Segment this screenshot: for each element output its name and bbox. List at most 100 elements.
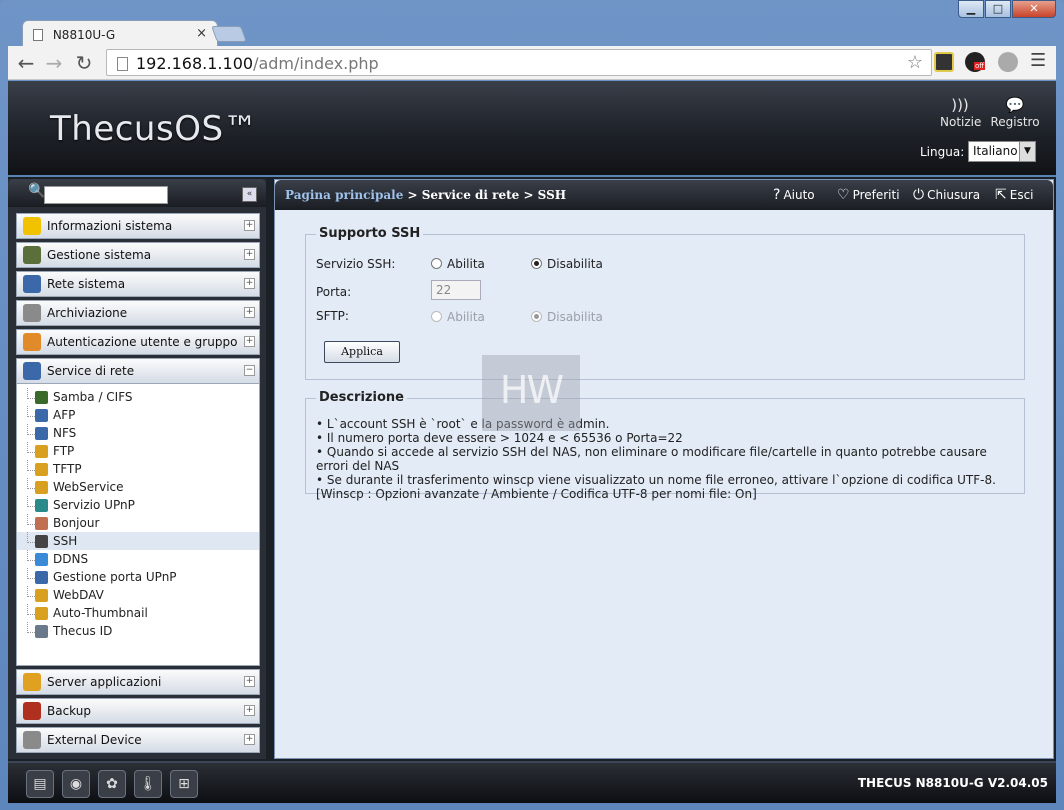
sidebar-item-label: WebService bbox=[53, 480, 124, 494]
temperature-icon[interactable]: 🌡 bbox=[134, 770, 162, 798]
breadcrumb: Pagina principale > Service di rete > SS… bbox=[285, 188, 566, 202]
sidebar-item-label: DDNS bbox=[53, 552, 89, 566]
sidebar-category-label: Rete sistema bbox=[47, 277, 126, 291]
sidebar-item-label: Servizio UPnP bbox=[53, 498, 135, 512]
firmware-version: THECUS N8810U-G V2.04.05 bbox=[857, 776, 1048, 790]
sidebar-category-autenticazione-utente-e-gruppo[interactable]: Autenticazione utente e gruppo + bbox=[16, 329, 260, 355]
app-server-icon bbox=[23, 673, 41, 691]
collapse-sidebar-button[interactable]: « bbox=[242, 187, 257, 202]
network-service-icon bbox=[23, 362, 41, 380]
sidebar-category-informazioni-sistema[interactable]: Informazioni sistema + bbox=[16, 213, 260, 239]
description-line: • Quando si accede al servizio SSH del N… bbox=[316, 445, 987, 473]
chat-icon: 💬 bbox=[1005, 96, 1025, 114]
help-link[interactable]: ? Aiuto bbox=[773, 187, 815, 203]
sidebar-item-nfs[interactable]: NFS bbox=[17, 424, 259, 442]
extension-off-badge: off bbox=[974, 62, 986, 70]
expand-icon[interactable]: + bbox=[244, 336, 255, 347]
favorites-link[interactable]: ♡ Preferiti bbox=[837, 187, 900, 203]
sidebar-item-webservice[interactable]: WebService bbox=[17, 478, 259, 496]
tab-close-icon[interactable]: × bbox=[196, 26, 207, 41]
disk-array-icon[interactable]: ▤ bbox=[26, 770, 54, 798]
back-icon[interactable]: ← bbox=[14, 51, 38, 75]
app-header: ThecusOS™ ))) Notizie 💬 Registro Lingua:… bbox=[8, 81, 1056, 177]
favorites-label: Preferiti bbox=[852, 188, 900, 202]
log-link[interactable]: 💬 Registro bbox=[990, 95, 1040, 129]
expand-icon[interactable]: + bbox=[244, 676, 255, 687]
bookmark-star-icon[interactable]: ☆ bbox=[907, 52, 923, 73]
exit-icon: ⇱ bbox=[995, 187, 1007, 203]
sidebar-category-service-di-rete[interactable]: Service di rete − bbox=[16, 358, 260, 384]
sidebar-category-server-applicazioni[interactable]: Server applicazioni + bbox=[16, 669, 260, 695]
address-bar[interactable]: 192.168.1.100/adm/index.php ☆ bbox=[106, 49, 932, 76]
reload-icon[interactable]: ↻ bbox=[72, 51, 96, 75]
expand-icon[interactable]: + bbox=[244, 307, 255, 318]
language-select[interactable]: Italiano ▼ bbox=[968, 141, 1036, 162]
apply-button[interactable]: Applica bbox=[324, 341, 400, 363]
tools-icon bbox=[23, 246, 41, 264]
page-icon bbox=[117, 57, 128, 71]
sidebar-category-label: Service di rete bbox=[47, 364, 135, 378]
search-input[interactable] bbox=[44, 186, 168, 204]
shutdown-link[interactable]: ⏻ Chiusura bbox=[913, 187, 980, 203]
extension-shield-icon[interactable] bbox=[998, 52, 1018, 72]
thecus-app: ThecusOS™ ))) Notizie 💬 Registro Lingua:… bbox=[8, 81, 1056, 803]
webdav-icon bbox=[35, 589, 48, 602]
sidebar-item-label: SSH bbox=[53, 534, 78, 548]
news-link[interactable]: ))) Notizie bbox=[940, 95, 981, 129]
fan-icon[interactable]: ✿ bbox=[98, 770, 126, 798]
sidebar-category-gestione-sistema[interactable]: Gestione sistema + bbox=[16, 242, 260, 268]
chevron-down-icon: ▼ bbox=[1019, 142, 1035, 161]
extension-check-icon[interactable] bbox=[934, 52, 954, 72]
expand-icon[interactable]: + bbox=[244, 278, 255, 289]
sidebar-item-bonjour[interactable]: Bonjour bbox=[17, 514, 259, 532]
ssh-enable-label: Abilita bbox=[447, 257, 485, 271]
log-label: Registro bbox=[990, 115, 1040, 129]
sidebar-item-webdav[interactable]: WebDAV bbox=[17, 586, 259, 604]
url-path: /adm/index.php bbox=[253, 54, 379, 73]
sftp-disable-radio[interactable]: Disabilita bbox=[531, 310, 603, 324]
sidebar-item-ftp[interactable]: FTP bbox=[17, 442, 259, 460]
sidebar-category-label: Server applicazioni bbox=[47, 675, 162, 689]
sidebar-category-backup[interactable]: Backup + bbox=[16, 698, 260, 724]
expand-icon[interactable]: + bbox=[244, 249, 255, 260]
port-input[interactable]: 22 bbox=[431, 280, 481, 300]
browser-menu-icon[interactable]: ☰ bbox=[1030, 50, 1046, 71]
radio-circle bbox=[431, 258, 442, 269]
sidebar-category-archiviazione[interactable]: Archiviazione + bbox=[16, 300, 260, 326]
expand-icon[interactable]: + bbox=[244, 705, 255, 716]
forward-icon[interactable]: → bbox=[42, 51, 66, 75]
network-tree-icon[interactable]: ⊞ bbox=[170, 770, 198, 798]
tab-title: N8810U-G bbox=[52, 28, 116, 42]
browser-tab[interactable]: N8810U-G × bbox=[22, 20, 218, 48]
new-tab-button[interactable] bbox=[211, 26, 247, 42]
sidebar-item-thecus-id[interactable]: Thecus ID bbox=[17, 622, 259, 640]
sidebar-item-ssh[interactable]: SSH bbox=[17, 532, 259, 550]
expand-icon[interactable]: + bbox=[244, 734, 255, 745]
service-submenu: Samba / CIFS AFP NFS FTP TFTP WebService Servi… bbox=[16, 384, 260, 666]
heart-icon: ♡ bbox=[837, 187, 850, 203]
sidebar-item-tftp[interactable]: TFTP bbox=[17, 460, 259, 478]
sidebar-item-ddns[interactable]: DDNS bbox=[17, 550, 259, 568]
sidebar-item-afp[interactable]: AFP bbox=[17, 406, 259, 424]
help-label: Aiuto bbox=[783, 188, 815, 202]
ssh-disable-radio[interactable]: Disabilita bbox=[531, 257, 603, 271]
sidebar-item-auto-thumbnail[interactable]: Auto-Thumbnail bbox=[17, 604, 259, 622]
hdd-icon[interactable]: ◉ bbox=[62, 770, 90, 798]
sidebar-category-rete-sistema[interactable]: Rete sistema + bbox=[16, 271, 260, 297]
sftp-enable-radio[interactable]: Abilita bbox=[431, 310, 485, 324]
collapse-icon[interactable]: − bbox=[244, 365, 255, 376]
ssh-enable-radio[interactable]: Abilita bbox=[431, 257, 485, 271]
sidebar-item-servizio-upnp[interactable]: Servizio UPnP bbox=[17, 496, 259, 514]
extension-off-icon[interactable]: off bbox=[965, 52, 986, 72]
ssh-support-fieldset: Supporto SSH Servizio SSH: Abilita Disab… bbox=[305, 226, 1025, 380]
sidebar-item-gestione-porta-upnp[interactable]: Gestione porta UPnP bbox=[17, 568, 259, 586]
expand-icon[interactable]: + bbox=[244, 220, 255, 231]
thecusos-logo: ThecusOS™ bbox=[50, 109, 259, 149]
logout-link[interactable]: ⇱ Esci bbox=[995, 187, 1034, 203]
breadcrumb-home-link[interactable]: Pagina principale bbox=[285, 188, 403, 202]
ftp-icon bbox=[35, 445, 48, 458]
sidebar-item-samba-cifs[interactable]: Samba / CIFS bbox=[17, 388, 259, 406]
sidebar-category-external-device[interactable]: External Device + bbox=[16, 727, 260, 753]
storage-icon bbox=[23, 304, 41, 322]
tftp-icon bbox=[35, 463, 48, 476]
